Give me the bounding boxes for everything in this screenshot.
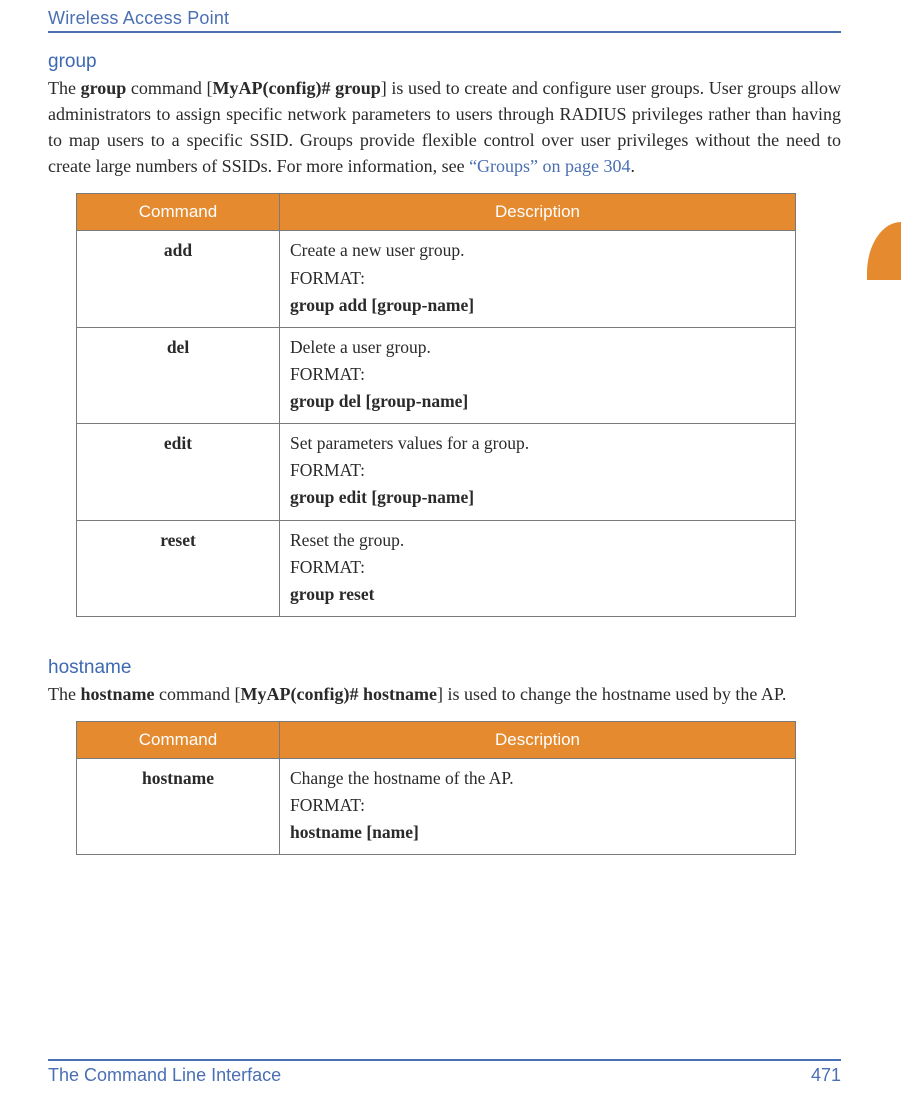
- paragraph-group: The group command [MyAP(config)# group] …: [48, 75, 841, 179]
- desc-line: Delete a user group.: [290, 334, 785, 361]
- cell-description: Create a new user group. FORMAT: group a…: [280, 231, 796, 327]
- cell-description: Change the hostname of the AP. FORMAT: h…: [280, 758, 796, 854]
- text: command [: [155, 684, 241, 704]
- desc-line: Create a new user group.: [290, 237, 785, 264]
- desc-line: FORMAT:: [290, 792, 785, 819]
- text: ] is used to change the hostname used by…: [437, 684, 786, 704]
- desc-line: Reset the group.: [290, 527, 785, 554]
- desc-line: FORMAT:: [290, 457, 785, 484]
- cell-command: del: [77, 327, 280, 423]
- table-row: reset Reset the group. FORMAT: group res…: [77, 520, 796, 616]
- prompt-text: MyAP(config)# hostname: [240, 684, 436, 704]
- page-footer: The Command Line Interface 471: [48, 1059, 841, 1086]
- cell-description: Set parameters values for a group. FORMA…: [280, 424, 796, 520]
- desc-line: FORMAT:: [290, 554, 785, 581]
- col-header-description: Description: [280, 721, 796, 758]
- desc-format: group del [group-name]: [290, 388, 785, 415]
- page: Wireless Access Point group The group co…: [0, 0, 901, 1110]
- cell-description: Reset the group. FORMAT: group reset: [280, 520, 796, 616]
- text: .: [631, 156, 636, 176]
- desc-line: Set parameters values for a group.: [290, 430, 785, 457]
- cmd-word: hostname: [80, 684, 154, 704]
- thumb-tab: [867, 222, 901, 280]
- prompt-text: MyAP(config)# group: [213, 78, 381, 98]
- table-header-row: Command Description: [77, 194, 796, 231]
- desc-line: Change the hostname of the AP.: [290, 765, 785, 792]
- table-row: del Delete a user group. FORMAT: group d…: [77, 327, 796, 423]
- table-row: edit Set parameters values for a group. …: [77, 424, 796, 520]
- cell-command: edit: [77, 424, 280, 520]
- cell-command: add: [77, 231, 280, 327]
- cross-ref-link[interactable]: “Groups” on page 304: [469, 156, 630, 176]
- running-head: Wireless Access Point: [48, 8, 841, 33]
- table-row: add Create a new user group. FORMAT: gro…: [77, 231, 796, 327]
- desc-format: group reset: [290, 581, 785, 608]
- desc-line: FORMAT:: [290, 265, 785, 292]
- desc-format: group add [group-name]: [290, 292, 785, 319]
- section-title-hostname: hostname: [48, 657, 841, 679]
- footer-page-number: 471: [811, 1065, 841, 1086]
- table-group-commands: Command Description add Create a new use…: [76, 193, 796, 617]
- text: The: [48, 78, 81, 98]
- col-header-command: Command: [77, 194, 280, 231]
- table-row: hostname Change the hostname of the AP. …: [77, 758, 796, 854]
- col-header-command: Command: [77, 721, 280, 758]
- cmd-word: group: [81, 78, 127, 98]
- text: The: [48, 684, 80, 704]
- cell-description: Delete a user group. FORMAT: group del […: [280, 327, 796, 423]
- section-title-group: group: [48, 51, 841, 73]
- cell-command: hostname: [77, 758, 280, 854]
- paragraph-hostname: The hostname command [MyAP(config)# host…: [48, 681, 841, 707]
- desc-format: hostname [name]: [290, 819, 785, 846]
- col-header-description: Description: [280, 194, 796, 231]
- footer-chapter: The Command Line Interface: [48, 1065, 281, 1086]
- table-header-row: Command Description: [77, 721, 796, 758]
- cell-command: reset: [77, 520, 280, 616]
- text: command [: [126, 78, 212, 98]
- desc-format: group edit [group-name]: [290, 484, 785, 511]
- table-hostname-commands: Command Description hostname Change the …: [76, 721, 796, 855]
- desc-line: FORMAT:: [290, 361, 785, 388]
